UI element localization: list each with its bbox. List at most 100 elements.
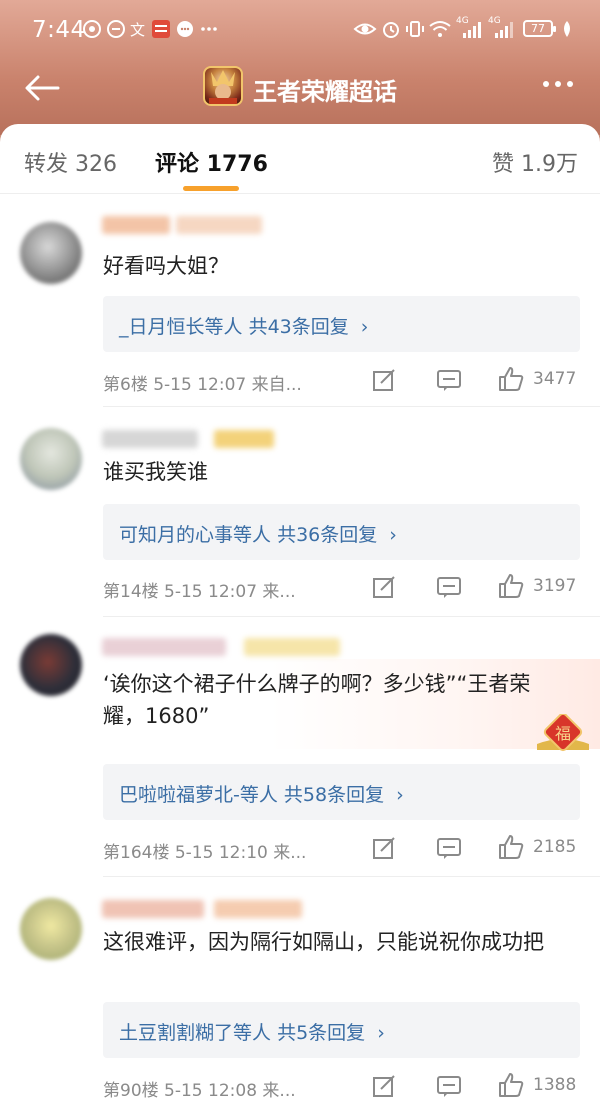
tab-bar: 转发 326 评论 1776 赞 1.9万 — [0, 124, 600, 194]
replies-users: 土豆割割糊了等人 — [119, 1022, 272, 1044]
chevron-right-icon: › — [360, 316, 369, 338]
avatar[interactable] — [20, 898, 82, 960]
status-bar: 7:44 文 4G 4G 77 — [0, 0, 600, 58]
signal-icon-2 — [493, 18, 515, 40]
like-count: 3197 — [533, 576, 577, 596]
navigation-bar: 王者荣耀超话 — [0, 58, 600, 118]
replies-users: _日月恒长等人 — [119, 316, 243, 338]
replies-count: 共58条回复 — [283, 784, 385, 806]
repost-button[interactable] — [371, 367, 397, 393]
username-blurred[interactable] — [102, 900, 204, 918]
like-button[interactable]: 2185 — [497, 833, 576, 861]
replies-count: 共5条回复 — [277, 1022, 366, 1044]
tab-like[interactable]: 赞 1.9万 — [492, 146, 578, 178]
fortune-char: 福 — [555, 724, 571, 743]
more-options-button[interactable] — [540, 74, 580, 94]
replies-preview[interactable]: 巴啦啦福萝北-等人 共58条回复 › — [103, 764, 580, 820]
thumbs-up-icon — [499, 1073, 524, 1097]
comment-item: 这很难评，因为隔行如隔山，只能说祝你成功把 土豆割割糊了等人 共5条回复 › 第… — [0, 890, 600, 1117]
replies-count: 共36条回复 — [277, 524, 378, 546]
like-button[interactable]: 3477 — [497, 365, 576, 393]
vibrate-icon — [405, 18, 425, 40]
comment-text: ‘诶你这个裙子什么牌子的啊？多少钱”“王者荣耀，1680” — [103, 672, 531, 728]
reply-button[interactable] — [436, 1073, 462, 1099]
user-badge-blurred — [214, 900, 302, 918]
replies-preview[interactable]: _日月恒长等人 共43条回复 › — [103, 296, 580, 352]
fortune-badge-icon: 福 — [537, 712, 589, 752]
reply-button[interactable] — [436, 835, 462, 861]
username-blurred[interactable] — [102, 638, 226, 656]
eye-icon — [353, 18, 377, 40]
comment-text: 这很难评，因为隔行如隔山，只能说祝你成功把 — [103, 930, 544, 954]
comment-meta: 第164楼 5-15 12:10 来... — [103, 843, 307, 863]
repost-button[interactable] — [371, 1073, 397, 1099]
like-button[interactable]: 1388 — [497, 1071, 576, 1099]
comment-icon — [437, 838, 461, 859]
ellipsis-icon — [543, 81, 573, 87]
repost-button[interactable] — [371, 574, 397, 600]
share-edit-icon — [373, 576, 395, 598]
comments-sheet: 转发 326 评论 1776 赞 1.9万 好看吗大姐？ _日月恒长等人 共43… — [0, 124, 600, 1117]
comment-icon — [437, 1076, 461, 1097]
comment-meta: 第14楼 5-15 12:07 来... — [103, 582, 296, 602]
username-blurred[interactable] — [102, 430, 198, 448]
app-badge-icon — [151, 18, 171, 40]
like-button[interactable]: 3197 — [497, 572, 576, 600]
notification-icon-2 — [106, 18, 126, 40]
svg-text:文: 文 — [130, 21, 145, 39]
thumbs-up-icon — [499, 367, 524, 391]
thumbs-up-icon — [499, 835, 524, 859]
avatar[interactable] — [20, 634, 82, 696]
battery-indicator: 77 — [523, 20, 556, 37]
divider — [103, 876, 600, 877]
repost-button[interactable] — [371, 835, 397, 861]
replies-preview[interactable]: 土豆割割糊了等人 共5条回复 › — [103, 1002, 580, 1058]
like-count: 2185 — [533, 837, 577, 857]
game-hero-icon — [209, 70, 237, 104]
avatar[interactable] — [20, 428, 82, 490]
replies-users: 巴啦啦福萝北-等人 — [119, 784, 278, 806]
arrow-left-icon — [25, 75, 60, 101]
replies-count: 共43条回复 — [248, 316, 349, 338]
status-time: 7:44 — [32, 17, 86, 43]
more-notifications-icon — [199, 18, 219, 40]
share-edit-icon — [373, 837, 395, 859]
user-badge-blurred — [214, 430, 274, 448]
share-edit-icon — [373, 1075, 395, 1097]
username-blurred[interactable] — [102, 216, 170, 234]
reply-button[interactable] — [436, 367, 462, 393]
replies-preview[interactable]: 可知月的心事等人 共36条回复 › — [103, 504, 580, 560]
notification-icon-1 — [82, 18, 102, 40]
fortune-decoration: 福 — [535, 712, 591, 752]
share-edit-icon — [373, 369, 395, 391]
like-count: 1388 — [533, 1075, 577, 1095]
like-count: 3477 — [533, 369, 577, 389]
comment-meta: 第90楼 5-15 12:08 来... — [103, 1081, 296, 1101]
avatar[interactable] — [20, 222, 82, 284]
comment-meta: 第6楼 5-15 12:07 来自... — [103, 375, 302, 395]
replies-users: 可知月的心事等人 — [119, 524, 272, 546]
thumbs-up-icon — [499, 574, 524, 598]
message-icon — [175, 18, 195, 40]
reply-button[interactable] — [436, 574, 462, 600]
comment-text: 谁买我笑谁 — [103, 460, 208, 484]
leaf-icon — [560, 18, 574, 40]
supertopic-title[interactable]: 王者荣耀超话 — [253, 72, 397, 107]
comment-item: ‘诶你这个裙子什么牌子的啊？多少钱”“王者荣耀，1680” 巴啦啦福萝北-等人 … — [0, 630, 600, 890]
comment-item: 谁买我笑谁 可知月的心事等人 共36条回复 › 第14楼 5-15 12:07 … — [0, 420, 600, 640]
comment-icon — [437, 577, 461, 598]
wifi-icon — [429, 18, 451, 40]
supertopic-logo[interactable] — [203, 66, 243, 106]
chevron-right-icon: › — [389, 524, 397, 546]
user-badge-blurred — [176, 216, 262, 234]
active-tab-indicator — [183, 186, 239, 191]
tab-repost[interactable]: 转发 326 — [24, 146, 117, 178]
user-badge-blurred — [244, 638, 340, 656]
divider — [103, 616, 600, 617]
back-button[interactable] — [22, 72, 62, 104]
comment-icon — [437, 370, 461, 391]
chevron-right-icon: › — [396, 784, 404, 806]
translate-icon: 文 — [128, 18, 148, 40]
chevron-right-icon: › — [377, 1022, 385, 1044]
tab-comment[interactable]: 评论 1776 — [155, 146, 268, 178]
